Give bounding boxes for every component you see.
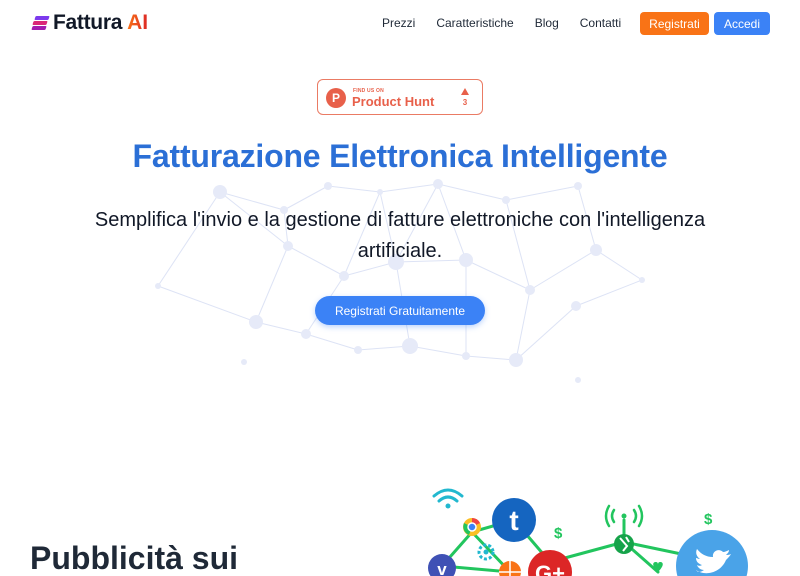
vine-icon: v	[428, 554, 456, 576]
tumblr-icon: t	[492, 498, 536, 542]
nav-links: Prezzi Caratteristiche Blog Contatti	[382, 16, 642, 30]
top-nav: Fattura AI Prezzi Caratteristiche Blog C…	[0, 0, 800, 46]
twitter-icon	[676, 530, 748, 576]
chrome-icon	[463, 518, 481, 536]
hero-title: Fatturazione Elettronica Intelligente	[132, 138, 668, 174]
wifi-icon	[432, 488, 464, 509]
login-button[interactable]: Accedi	[714, 12, 770, 35]
svg-text:v: v	[437, 560, 447, 576]
nav-link-caratteristiche[interactable]: Caratteristiche	[436, 16, 513, 30]
svg-text:G+: G+	[535, 561, 565, 576]
product-hunt-icon: P	[326, 88, 346, 108]
upvote-count: 3	[462, 98, 468, 107]
nav-link-contatti[interactable]: Contatti	[580, 16, 621, 30]
svg-text:t: t	[509, 505, 518, 536]
badge-big-text: Product Hunt	[352, 94, 435, 109]
logo-icon	[31, 14, 50, 32]
signup-free-button[interactable]: Registrati Gratuitamente	[315, 296, 485, 325]
nav-link-prezzi[interactable]: Prezzi	[382, 16, 415, 30]
social-network-illustration: t $ $ v G+	[428, 488, 748, 576]
register-button[interactable]: Registrati	[640, 12, 709, 35]
dollar-icon: $	[554, 525, 563, 542]
google-plus-icon: G+	[528, 550, 572, 576]
section-title: Pubblicità sui	[30, 540, 239, 576]
product-hunt-badge[interactable]: P FIND US ON Product Hunt 3	[317, 79, 483, 115]
upvote-icon	[461, 88, 469, 95]
logo-ai: AI	[127, 11, 149, 34]
logo-name: Fattura	[53, 11, 123, 34]
xing-icon	[614, 534, 634, 554]
logo[interactable]: Fattura AI	[31, 11, 149, 35]
hero-subtitle: Semplifica l'invio e la gestione di fatt…	[94, 209, 706, 262]
dollar-icon: $	[704, 511, 713, 528]
nav-link-blog[interactable]: Blog	[535, 16, 559, 30]
